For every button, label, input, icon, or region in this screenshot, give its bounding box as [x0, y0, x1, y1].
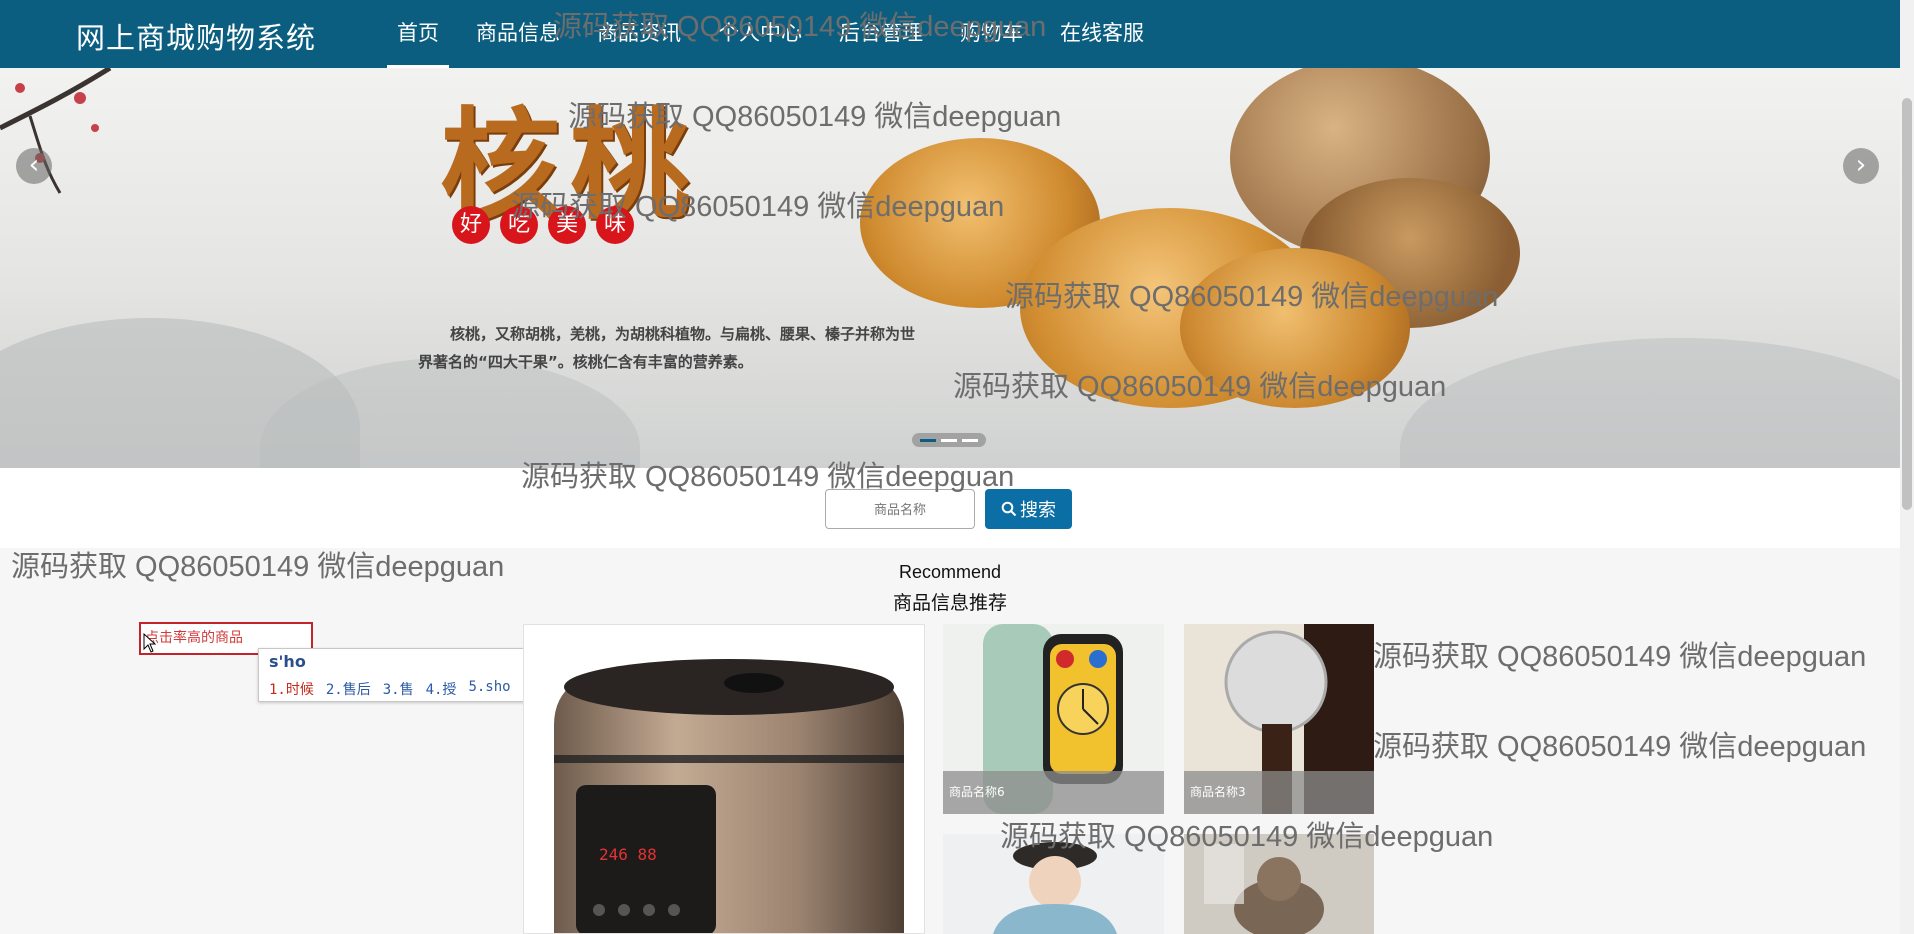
- banner-badge: 好: [452, 206, 490, 244]
- banner-mountain: [1400, 338, 1900, 468]
- watermark-text: 源码获取 QQ86050149 微信deepguan: [521, 461, 1015, 493]
- search-button-label: 搜索: [1020, 500, 1056, 520]
- site-brand[interactable]: 网上商城购物系统: [76, 15, 316, 57]
- carousel-prev-button[interactable]: ‹: [16, 148, 52, 184]
- product-card-featured[interactable]: 246 88: [523, 624, 925, 934]
- ime-candidate[interactable]: 5.sho: [468, 679, 510, 699]
- watermark-text: 源码获取 QQ86050149 微信deepguan: [568, 101, 1062, 133]
- ime-candidates: 1.时候 2.售后 3.售 4.授 5.sho: [269, 679, 511, 699]
- nav-item-home[interactable]: 首页: [387, 0, 449, 68]
- page-scrollbar[interactable]: [1900, 0, 1914, 934]
- watermark-text: 源码获取 QQ86050149 微信deepguan: [953, 371, 1447, 403]
- mouse-cursor-icon: [143, 633, 157, 653]
- product-card-6[interactable]: 商品名称6: [943, 624, 1164, 814]
- watermark-text: 源码获取 QQ86050149 微信deepguan: [553, 11, 1047, 43]
- watermark-text: 源码获取 QQ86050149 微信deepguan: [11, 551, 505, 583]
- svg-text:246 88: 246 88: [599, 845, 657, 864]
- rice-cooker-image: 246 88: [554, 659, 904, 933]
- ime-composition-text: s'ho: [269, 652, 306, 671]
- product-search-input[interactable]: [825, 489, 975, 529]
- ime-candidate[interactable]: 2.售后: [326, 679, 371, 699]
- nav-item-support[interactable]: 在线客服: [1050, 0, 1154, 68]
- product-name-3: 商品名称3: [1184, 771, 1374, 814]
- product-card-3[interactable]: 商品名称3: [1184, 624, 1374, 814]
- carousel-indicator[interactable]: [962, 438, 978, 442]
- ime-candidate[interactable]: 4.授: [426, 679, 457, 699]
- ime-candidate[interactable]: 1.时候: [269, 679, 314, 699]
- watermark-text: 源码获取 QQ86050149 微信deepguan: [1373, 731, 1867, 763]
- watermark-text: 源码获取 QQ86050149 微信deepguan: [1005, 281, 1499, 313]
- product-name-6: 商品名称6: [943, 771, 1164, 814]
- ime-candidate[interactable]: 3.售: [383, 679, 414, 699]
- carousel-indicator[interactable]: [920, 438, 936, 442]
- banner-description: 核桃，又称胡桃，羌桃，为胡桃科植物。与扁桃、腰果、榛子并称为世界著名的“四大干果…: [418, 325, 916, 371]
- watermark-text: 源码获取 QQ86050149 微信deepguan: [1000, 821, 1494, 853]
- carousel-indicator[interactable]: [941, 438, 957, 442]
- recommend-title-cn: 商品信息推荐: [892, 592, 1007, 614]
- scrollbar-thumb[interactable]: [1902, 98, 1912, 510]
- search-button[interactable]: 搜索: [985, 489, 1072, 529]
- watermark-text: 源码获取 QQ86050149 微信deepguan: [511, 191, 1005, 223]
- carousel-next-button[interactable]: ›: [1843, 148, 1879, 184]
- carousel-indicators: [912, 433, 986, 447]
- watermark-text: 源码获取 QQ86050149 微信deepguan: [1373, 641, 1867, 673]
- search-icon: [1001, 501, 1017, 517]
